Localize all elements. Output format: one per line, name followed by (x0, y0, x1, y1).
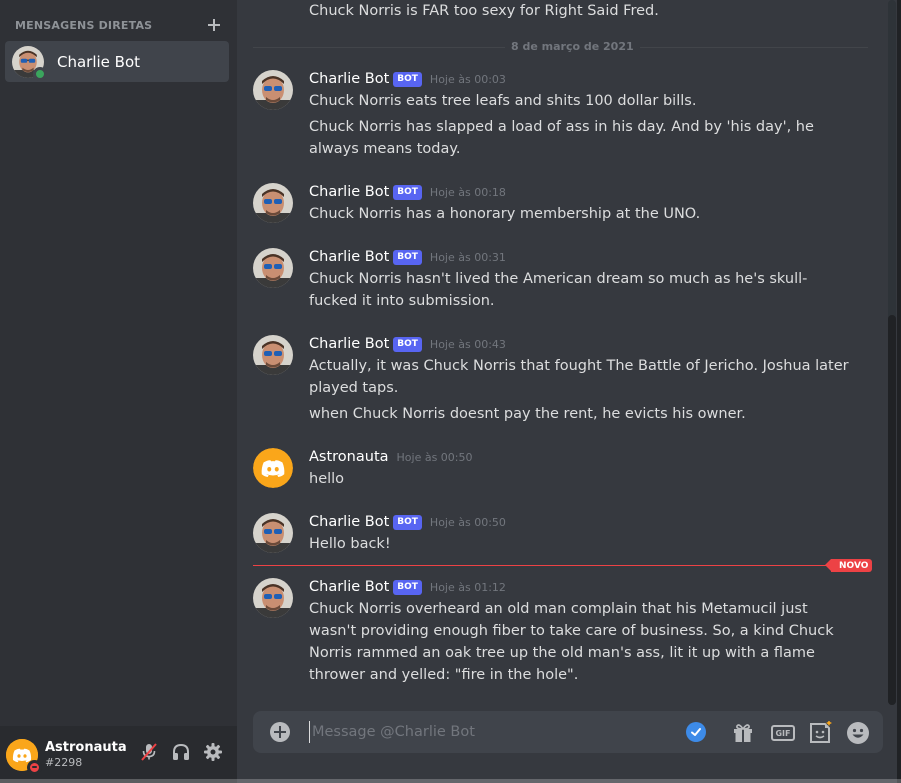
author-name[interactable]: Astronauta (309, 449, 389, 465)
window-edge (897, 0, 901, 783)
online-status-icon (33, 66, 47, 81)
message-text: when Chuck Norris doesnt pay the rent, h… (309, 406, 746, 422)
avatar[interactable] (253, 513, 293, 553)
message-header: Charlie Bot BOT Hoje às 00:31 (309, 246, 506, 268)
mute-icon[interactable] (137, 740, 161, 764)
avatar[interactable] (253, 335, 293, 375)
user-avatar[interactable] (6, 738, 42, 775)
window-bottom-edge (0, 779, 901, 783)
message-text: Chuck Norris has slapped a load of ass i… (309, 119, 814, 157)
new-messages-badge: NOVO (824, 559, 873, 572)
author-name[interactable]: Charlie Bot (309, 579, 389, 595)
headphones-icon[interactable] (169, 740, 193, 764)
message-input[interactable] (309, 721, 669, 743)
message-text: Actually, it was Chuck Norris that fough… (309, 358, 849, 396)
avatar[interactable] (253, 248, 293, 288)
bot-tag: BOT (393, 71, 422, 87)
message-header: Astronauta Hoje às 00:50 (309, 446, 473, 468)
scrollbar-thumb[interactable] (888, 315, 896, 705)
bot-tag: BOT (393, 579, 422, 595)
gif-icon[interactable]: GIF (768, 721, 798, 745)
dm-header: MENSAGENS DIRETAS (15, 17, 221, 33)
username: Astronauta (45, 740, 127, 756)
message-text: Chuck Norris is FAR too sexy for Right S… (309, 3, 659, 19)
message-header: Charlie Bot BOT Hoje às 01:12 (309, 576, 506, 598)
bot-tag: BOT (393, 336, 422, 352)
discord-logo-icon (253, 448, 293, 488)
message-text: Chuck Norris overheard an old man compla… (309, 601, 834, 683)
message-header: Charlie Bot BOT Hoje às 00:03 (309, 68, 506, 90)
message-text: Chuck Norris has a honorary membership a… (309, 206, 701, 222)
avatar (12, 45, 47, 81)
dm-sidebar: MENSAGENS DIRETAS Charlie Bot Astronauta… (0, 0, 237, 783)
discord-window: MENSAGENS DIRETAS Charlie Bot Astronauta… (0, 0, 901, 783)
plus-icon[interactable] (207, 18, 221, 32)
dm-item-label: Charlie Bot (57, 52, 141, 71)
emoji-icon[interactable] (846, 721, 870, 745)
message-header: Charlie Bot BOT Hoje às 00:18 (309, 181, 506, 203)
check-icon (686, 722, 706, 742)
gear-icon[interactable] (201, 740, 225, 764)
author-name[interactable]: Charlie Bot (309, 514, 389, 530)
gift-icon[interactable] (731, 721, 755, 745)
avatar[interactable] (253, 448, 293, 488)
new-messages-divider (253, 565, 869, 566)
author-name[interactable]: Charlie Bot (309, 336, 389, 352)
avatar[interactable] (253, 70, 293, 110)
bot-tag: BOT (393, 184, 422, 200)
timestamp: Hoje às 01:12 (429, 580, 506, 594)
bot-tag: BOT (393, 249, 422, 265)
timestamp: Hoje às 00:03 (429, 72, 506, 86)
add-attachment-icon[interactable] (270, 722, 290, 742)
message-header: Charlie Bot BOT Hoje às 00:50 (309, 511, 506, 533)
dm-item-charlie-bot[interactable]: Charlie Bot (5, 41, 229, 82)
message-text: hello (309, 471, 345, 487)
author-name[interactable]: Charlie Bot (309, 184, 389, 200)
message-text: Chuck Norris eats tree leafs and shits 1… (309, 93, 697, 109)
avatar[interactable] (253, 183, 293, 223)
sticker-icon[interactable] (808, 721, 832, 745)
timestamp: Hoje às 00:18 (429, 185, 506, 199)
scrollbar[interactable] (888, 0, 896, 705)
message-text: Chuck Norris hasn't lived the American d… (309, 271, 808, 309)
dm-header-label: MENSAGENS DIRETAS (15, 18, 153, 32)
author-name[interactable]: Charlie Bot (309, 249, 389, 265)
dnd-status-icon (27, 759, 42, 775)
timestamp: Hoje às 00:50 (396, 450, 473, 464)
message-list[interactable]: Chuck Norris is FAR too sexy for Right S… (237, 0, 887, 705)
user-panel: Astronauta #2298 (0, 726, 237, 783)
timestamp: Hoje às 00:50 (429, 515, 506, 529)
message-text: Hello back! (309, 536, 391, 552)
timestamp: Hoje às 00:43 (429, 337, 506, 351)
date-divider-label: 8 de março de 2021 (505, 40, 640, 53)
message-header: Charlie Bot BOT Hoje às 00:43 (309, 333, 506, 355)
user-tag: #2298 (45, 755, 83, 769)
message-composer: GIF (253, 711, 883, 753)
bot-tag: BOT (393, 514, 422, 530)
timestamp: Hoje às 00:31 (429, 250, 506, 264)
author-name[interactable]: Charlie Bot (309, 71, 389, 87)
gif-label: GIF (771, 725, 795, 741)
avatar[interactable] (253, 578, 293, 618)
user-info: Astronauta #2298 (45, 740, 127, 769)
